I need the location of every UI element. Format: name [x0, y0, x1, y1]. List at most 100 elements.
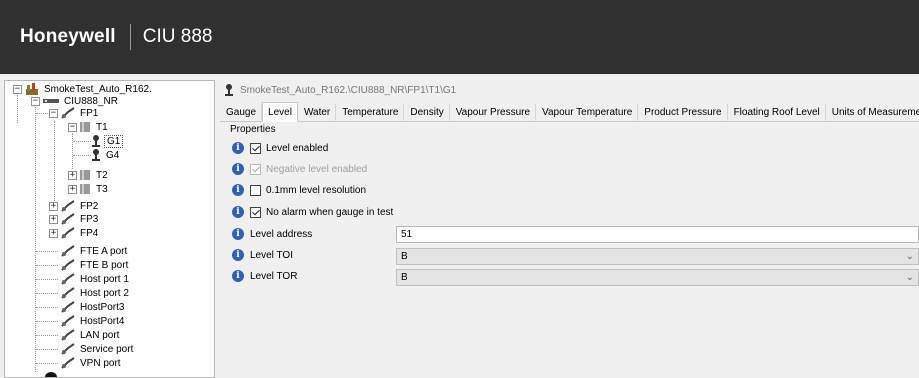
negative-level-checkbox: [250, 163, 261, 175]
tree-branch: [36, 279, 58, 280]
tree-branch: [36, 349, 58, 350]
collapse-toggle[interactable]: −: [13, 85, 22, 94]
tree-node-port[interactable]: Service port: [61, 343, 135, 355]
chevron-down-icon: ⌄: [905, 251, 914, 262]
tree-node-g1[interactable]: G1: [91, 134, 124, 148]
app-header: Honeywell CIU 888: [0, 0, 919, 74]
tree-node-t2[interactable]: T2: [79, 169, 110, 181]
tank-icon: [80, 184, 90, 194]
level-tab-content: Properties i Level enabled i Negative le…: [220, 122, 919, 378]
tree-guide-line: [17, 95, 18, 123]
info-icon[interactable]: i: [232, 142, 244, 154]
field-port-icon: [61, 227, 75, 239]
tree-branch: [36, 251, 58, 252]
tree-branch: [36, 321, 58, 322]
collapse-toggle[interactable]: −: [49, 109, 58, 118]
info-icon[interactable]: i: [232, 206, 244, 218]
tree-node-fp3[interactable]: FP3: [61, 213, 100, 225]
level-toi-select[interactable]: B ⌄: [396, 248, 919, 265]
tree-node-g4[interactable]: G4: [91, 149, 121, 161]
resolution-checkbox[interactable]: [250, 184, 261, 196]
tab-product-pressure[interactable]: Product Pressure: [638, 103, 728, 121]
port-icon: [61, 287, 75, 299]
level-tor-select[interactable]: B ⌄: [396, 269, 919, 286]
level-tor-value: B: [401, 272, 408, 283]
tab-density[interactable]: Density: [404, 103, 450, 121]
tree-node-port[interactable]: Host port 2: [61, 287, 131, 299]
info-icon[interactable]: i: [232, 249, 244, 261]
level-enabled-checkbox[interactable]: [250, 142, 261, 154]
gauge-icon: [92, 149, 100, 161]
tree-node-port[interactable]: FTE B port: [61, 259, 130, 271]
no-alarm-checkbox[interactable]: [250, 206, 261, 218]
tree-node-port[interactable]: Host port 1: [61, 273, 131, 285]
tree-node-port[interactable]: HostPort4: [61, 315, 126, 327]
product-name: CIU 888: [142, 26, 213, 47]
field-port-icon: [61, 213, 75, 225]
tree-branch: [73, 155, 91, 156]
port-icon: [61, 343, 75, 355]
tank-icon: [80, 170, 90, 180]
info-icon[interactable]: i: [232, 163, 244, 175]
tab-gauge[interactable]: Gauge: [220, 103, 263, 121]
gauge-icon: [225, 84, 233, 96]
collapse-toggle[interactable]: −: [31, 97, 40, 106]
properties-group-title: Properties: [230, 124, 276, 135]
port-icon: [61, 315, 75, 327]
tree-branch: [36, 335, 58, 336]
info-icon[interactable]: i: [232, 184, 244, 196]
expand-toggle[interactable]: +: [68, 185, 77, 194]
tab-level[interactable]: Level: [262, 102, 298, 122]
port-icon: [61, 357, 75, 369]
tab-temperature[interactable]: Temperature: [336, 103, 405, 121]
info-icon[interactable]: i: [232, 270, 244, 282]
expand-toggle[interactable]: +: [68, 171, 77, 180]
tree-branch: [36, 307, 58, 308]
tree-node-port[interactable]: VPN port: [61, 357, 123, 369]
configuration-tree[interactable]: − SmokeTest_Auto_R162. − CIU888_NR − FP1…: [4, 80, 215, 378]
no-alarm-row: i No alarm when gauge in test: [232, 204, 393, 220]
tree-node-port[interactable]: FTE A port: [61, 245, 129, 257]
tab-floating-roof-level[interactable]: Floating Roof Level: [728, 103, 826, 121]
tab-units-of-measurement[interactable]: Units of Measurement: [826, 103, 919, 121]
tree-node-root[interactable]: SmokeTest_Auto_R162.: [25, 83, 154, 95]
tree-node-port[interactable]: HostPort3: [61, 301, 126, 313]
tree-node-ciu[interactable]: CIU888_NR: [43, 95, 120, 107]
info-icon[interactable]: i: [232, 228, 244, 240]
tree-guide-line: [72, 133, 73, 169]
tree-branch: [36, 113, 50, 114]
level-toi-value: B: [401, 251, 408, 262]
resolution-row: i 0.1mm level resolution: [232, 182, 366, 198]
tab-vapour-pressure[interactable]: Vapour Pressure: [450, 103, 537, 121]
header-divider: [129, 24, 131, 50]
port-icon: [61, 273, 75, 285]
tree-node-t3[interactable]: T3: [79, 183, 110, 195]
tree-node-port[interactable]: LAN port: [61, 329, 121, 341]
port-icon: [61, 301, 75, 313]
tree-node-fp1[interactable]: FP1: [61, 107, 100, 119]
port-icon: [61, 259, 75, 271]
expand-toggle[interactable]: +: [49, 215, 58, 224]
tree-node-fp2[interactable]: FP2: [61, 200, 100, 212]
tab-water[interactable]: Water: [298, 103, 337, 121]
tree-guide-line: [54, 121, 55, 209]
level-tor-row: i Level TOR: [232, 268, 297, 284]
level-toi-row: i Level TOI: [232, 247, 293, 263]
path-bar: SmokeTest_Auto_R162.\CIU888_NR\FP1\T1\G1: [220, 80, 919, 100]
tab-bar: Gauge Level Water Temperature Density Va…: [220, 102, 919, 122]
plant-icon: [26, 83, 38, 95]
tree-branch: [36, 293, 58, 294]
tree-branch: [36, 265, 58, 266]
tree-branch: [73, 141, 91, 142]
level-address-input[interactable]: 51: [396, 226, 919, 243]
tab-vapour-temperature[interactable]: Vapour Temperature: [536, 103, 639, 121]
level-address-row: i Level address: [232, 226, 312, 242]
gauge-icon: [92, 135, 100, 147]
expand-toggle[interactable]: +: [49, 229, 58, 238]
tree-node-fp4[interactable]: FP4: [61, 227, 100, 239]
expand-toggle[interactable]: +: [49, 202, 58, 211]
collapse-toggle[interactable]: −: [68, 123, 77, 132]
tree-node-t1[interactable]: T1: [79, 121, 110, 133]
brand-logo: Honeywell: [20, 26, 116, 47]
properties-panel: SmokeTest_Auto_R162.\CIU888_NR\FP1\T1\G1…: [220, 80, 919, 378]
